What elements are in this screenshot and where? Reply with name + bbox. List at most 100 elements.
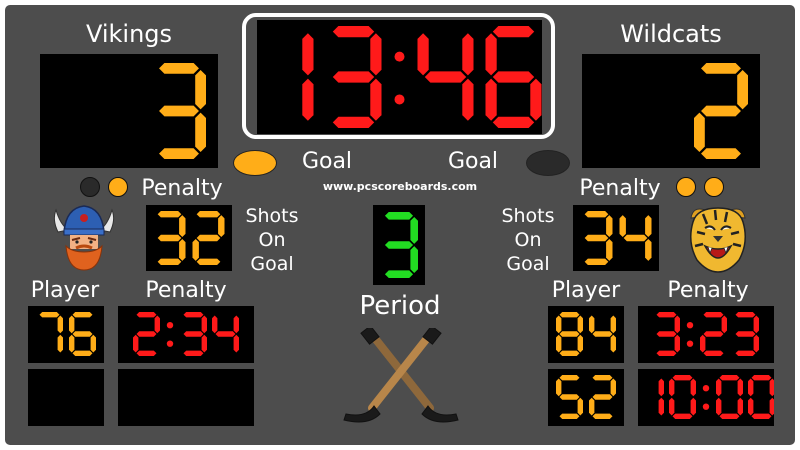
digit-segment: [492, 71, 535, 83]
away-penalty-player-1-digits: [556, 312, 616, 356]
digit-segment: [201, 334, 207, 353]
digit-segment: [658, 397, 664, 416]
digit-segment: [690, 397, 696, 416]
digit-segment: [485, 78, 497, 121]
digit-segment: [559, 312, 580, 318]
digit-6: [69, 312, 96, 356]
digit-segment: [619, 215, 626, 238]
home-penalty-player-1-digits: [39, 312, 96, 356]
digit-segment: [159, 148, 199, 159]
digit-segment: [556, 378, 562, 397]
digit-segment: [183, 350, 204, 356]
crossed-hockey-sticks-icon: [343, 328, 459, 423]
digit-segment: [656, 331, 677, 337]
digit-segment: [39, 312, 60, 318]
home-score-digits: [159, 63, 206, 159]
digit-segment: [218, 215, 225, 238]
digit-4: [417, 33, 474, 121]
digit-segment: [183, 331, 204, 337]
digit-segment: [737, 70, 748, 110]
digit-segment: [410, 246, 418, 274]
digit-segment: [656, 350, 677, 356]
digit-segment: [721, 315, 727, 334]
digit-3: [384, 212, 418, 278]
digit-segment: [157, 211, 182, 218]
scoreboard-panel: Vikings Wildcats Goal Goal www.pcscorebo…: [0, 0, 800, 450]
away-penalty-player-2-digits: [556, 375, 616, 419]
away-penalty-player-2: [548, 369, 624, 426]
home-penalty-time-1-digits: [133, 312, 239, 356]
viking-head-logo-icon: [53, 205, 115, 271]
digit-segment: [556, 334, 562, 353]
digit-segment: [196, 258, 221, 265]
digit-segment: [769, 378, 774, 397]
digit-3: [157, 211, 186, 265]
digit-segment: [751, 375, 772, 381]
digit-3: [584, 211, 613, 265]
digit-segment: [332, 116, 375, 128]
digit-segment: [192, 238, 199, 261]
away-player-header: Player: [551, 278, 621, 303]
away-penalty-time-2: [638, 369, 774, 426]
away-penalty-time-1-digits: [656, 312, 759, 356]
away-shots-label: Shots On Goal: [492, 204, 564, 276]
game-clock-digits: [302, 26, 542, 128]
digit-segment: [753, 315, 759, 334]
digit-3: [332, 26, 382, 128]
digit-segment: [610, 315, 616, 334]
digit-segment: [606, 215, 613, 238]
digit-segment: [179, 215, 186, 238]
digit-segment: [716, 397, 722, 416]
digit-segment: [716, 378, 722, 397]
digit-segment: [417, 33, 429, 76]
digit-2: [192, 211, 225, 265]
digit-0: [669, 375, 696, 419]
digit-segment: [424, 71, 467, 83]
home-team-name: Vikings: [85, 20, 173, 48]
digit-segment: [735, 331, 756, 337]
digit-segment: [589, 397, 595, 416]
colon-dot: [166, 340, 174, 347]
digit-7: [39, 312, 63, 353]
digit-segment: [57, 315, 63, 334]
period-digits: [384, 212, 418, 278]
digit-1: [302, 33, 314, 121]
digit-segment: [57, 334, 63, 353]
digit-segment: [195, 70, 206, 110]
home-player-header: Player: [30, 278, 100, 303]
digit-segment: [577, 397, 583, 416]
digit-segment: [136, 331, 157, 337]
digit-6: [485, 26, 542, 128]
digit-segment: [645, 238, 652, 261]
away-goal-light: [526, 150, 570, 176]
digit-segment: [72, 331, 93, 337]
digit-segment: [737, 378, 743, 397]
digit-2: [589, 375, 616, 419]
digit-1: [658, 378, 664, 416]
digit-segment: [592, 394, 613, 400]
digit-segment: [735, 350, 756, 356]
digit-segment: [700, 334, 706, 353]
digit-segment: [69, 334, 75, 353]
digit-segment: [302, 33, 314, 76]
home-goal-light: [233, 150, 277, 176]
digit-segment: [133, 334, 139, 353]
digit-segment: [719, 375, 740, 381]
home-penalty-player-2: [28, 369, 104, 426]
away-penalty-header: Penalty: [667, 278, 749, 303]
digit-segment: [719, 413, 740, 419]
digit-segment: [748, 378, 754, 397]
digit-segment: [212, 315, 218, 334]
digit-segment: [154, 315, 160, 334]
colon-dot: [702, 403, 710, 410]
digit-5: [556, 375, 583, 419]
digit-segment: [623, 234, 648, 242]
digit-segment: [592, 375, 613, 381]
home-penalty-player-1: [28, 306, 104, 363]
digit-segment: [384, 270, 414, 278]
website-url: www.pcscoreboards.com: [322, 180, 478, 193]
digit-segment: [690, 378, 696, 397]
digit-4: [212, 315, 239, 353]
period-display: [373, 205, 425, 285]
home-penalty-header: Penalty: [145, 278, 227, 303]
